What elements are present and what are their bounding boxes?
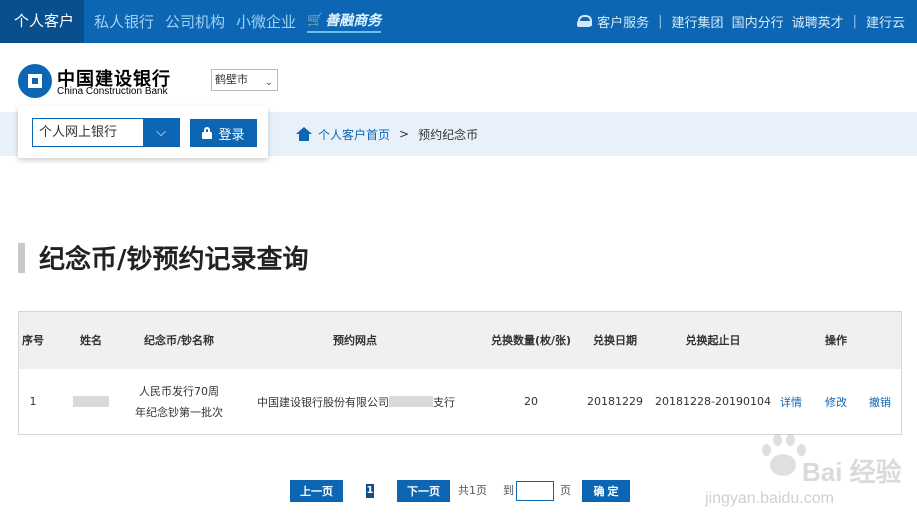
city-select[interactable]: 鹤壁市 ⌄	[211, 69, 278, 91]
domestic-branches-link[interactable]: 国内分行	[732, 12, 784, 31]
online-banking-select-value: 个人网上银行	[39, 125, 118, 140]
nav-corporate[interactable]: 公司机构	[165, 11, 225, 32]
col-header-name: 姓名	[80, 334, 102, 347]
top-navigation-bar: 个人客户 私人银行 公司机构 小微企业 🛒 善融商务 客户服务 | 建行集团 国…	[0, 0, 917, 43]
table-row: 1 人民币发行70周年纪念钞第一批次 中国建设银行股份有限公司 支行 20 20…	[19, 369, 901, 434]
careers-link[interactable]: 诚聘英才	[792, 12, 844, 31]
branch-suffix: 支行	[433, 395, 455, 409]
modify-link[interactable]: 修改	[825, 394, 847, 410]
login-button[interactable]: 登录	[190, 119, 257, 147]
current-page: 1	[366, 484, 374, 498]
prev-page-button[interactable]: 上一页	[290, 480, 343, 502]
cell-coin-name: 人民币发行70周年纪念钞第一批次	[135, 384, 223, 419]
next-page-button[interactable]: 下一页	[397, 480, 450, 502]
redacted-branch	[389, 396, 433, 407]
col-header-coin-name: 纪念币/钞名称	[143, 334, 215, 347]
cell-action-details: 详情	[775, 369, 807, 434]
online-banking-select[interactable]: 个人网上银行 ⌵	[32, 118, 180, 147]
col-header-branch: 预约网点	[333, 334, 377, 347]
cell-index: 1	[29, 395, 37, 408]
watermark-url: jingyan.baidu.com	[705, 490, 834, 507]
nav-small-business[interactable]: 小微企业	[236, 11, 296, 32]
page-title: 纪念币/钞预约记录查询	[39, 245, 309, 275]
customer-service-link[interactable]: 客户服务	[597, 12, 649, 31]
top-nav-left: 个人客户 私人银行 公司机构 小微企业 🛒 善融商务	[0, 0, 382, 43]
col-header-quantity: 兑换数量(枚/张)	[490, 334, 572, 347]
goto-label: 到	[503, 484, 514, 497]
nav-private-banking[interactable]: 私人银行	[94, 11, 154, 32]
col-header-index: 序号	[22, 334, 44, 347]
cell-quantity: 20	[524, 395, 538, 408]
redacted-name	[73, 396, 109, 407]
ccb-cloud-link[interactable]: 建行云	[866, 12, 905, 31]
shanrong-label: 善融商务	[325, 13, 382, 29]
cell-period: 20181228-20190104	[655, 395, 771, 408]
cancel-link[interactable]: 撤销	[869, 394, 891, 410]
breadcrumb-current: 预约纪念币	[418, 127, 479, 142]
col-header-date: 兑换日期	[593, 334, 637, 347]
cart-icon: 🛒	[307, 12, 324, 28]
cell-name	[67, 369, 115, 434]
nav-divider: |	[852, 14, 857, 29]
reservation-records-table: 序号 姓名 纪念币/钞名称 预约网点 兑换数量(枚/张) 兑换日期 兑换起止日 …	[18, 311, 902, 435]
chevron-down-icon[interactable]: ⌵	[143, 119, 179, 146]
total-pages: 共1页	[458, 484, 487, 497]
branch-prefix: 中国建设银行股份有限公司	[257, 395, 389, 409]
col-header-actions: 操作	[825, 334, 847, 347]
chevron-down-icon: ⌄	[264, 77, 273, 88]
table-header-row: 序号 姓名 纪念币/钞名称 预约网点 兑换数量(枚/张) 兑换日期 兑换起止日 …	[19, 312, 901, 369]
cell-date: 20181229	[587, 395, 643, 408]
col-header-period: 兑换起止日	[685, 334, 741, 347]
cell-action-modify: 修改	[819, 369, 853, 434]
breadcrumb-home-link[interactable]: 个人客户首页	[318, 126, 390, 143]
nav-divider: |	[658, 14, 663, 29]
page-number-input[interactable]	[516, 481, 554, 501]
login-panel: 个人网上银行 ⌵ 登录	[18, 106, 268, 158]
page-unit-label: 页	[560, 484, 571, 497]
ccb-logo-icon[interactable]	[18, 64, 52, 98]
headset-icon	[577, 15, 593, 28]
cell-action-cancel: 撤销	[863, 369, 897, 434]
city-select-value: 鹤壁市	[215, 73, 248, 86]
cell-branch: 中国建设银行股份有限公司 支行	[243, 369, 469, 434]
nav-personal-customer[interactable]: 个人客户	[0, 0, 85, 43]
watermark-logo-text: Bai 经验	[802, 457, 902, 487]
bank-name-en: China Construction Bank	[57, 86, 168, 97]
confirm-page-button[interactable]: 确 定	[582, 480, 630, 502]
login-label: 登录	[218, 126, 245, 142]
home-icon[interactable]	[296, 127, 312, 141]
top-nav-right: 客户服务 | 建行集团 国内分行 诚聘英才 | 建行云	[577, 0, 905, 43]
ccb-group-link[interactable]: 建行集团	[672, 12, 724, 31]
title-accent-bar	[18, 243, 25, 273]
nav-shanrong-ecommerce[interactable]: 🛒 善融商务	[307, 10, 382, 33]
details-link[interactable]: 详情	[780, 394, 802, 410]
lock-icon	[202, 127, 213, 139]
breadcrumb: 个人客户首页 > 预约纪念币	[296, 124, 478, 144]
breadcrumb-separator: >	[399, 127, 410, 141]
